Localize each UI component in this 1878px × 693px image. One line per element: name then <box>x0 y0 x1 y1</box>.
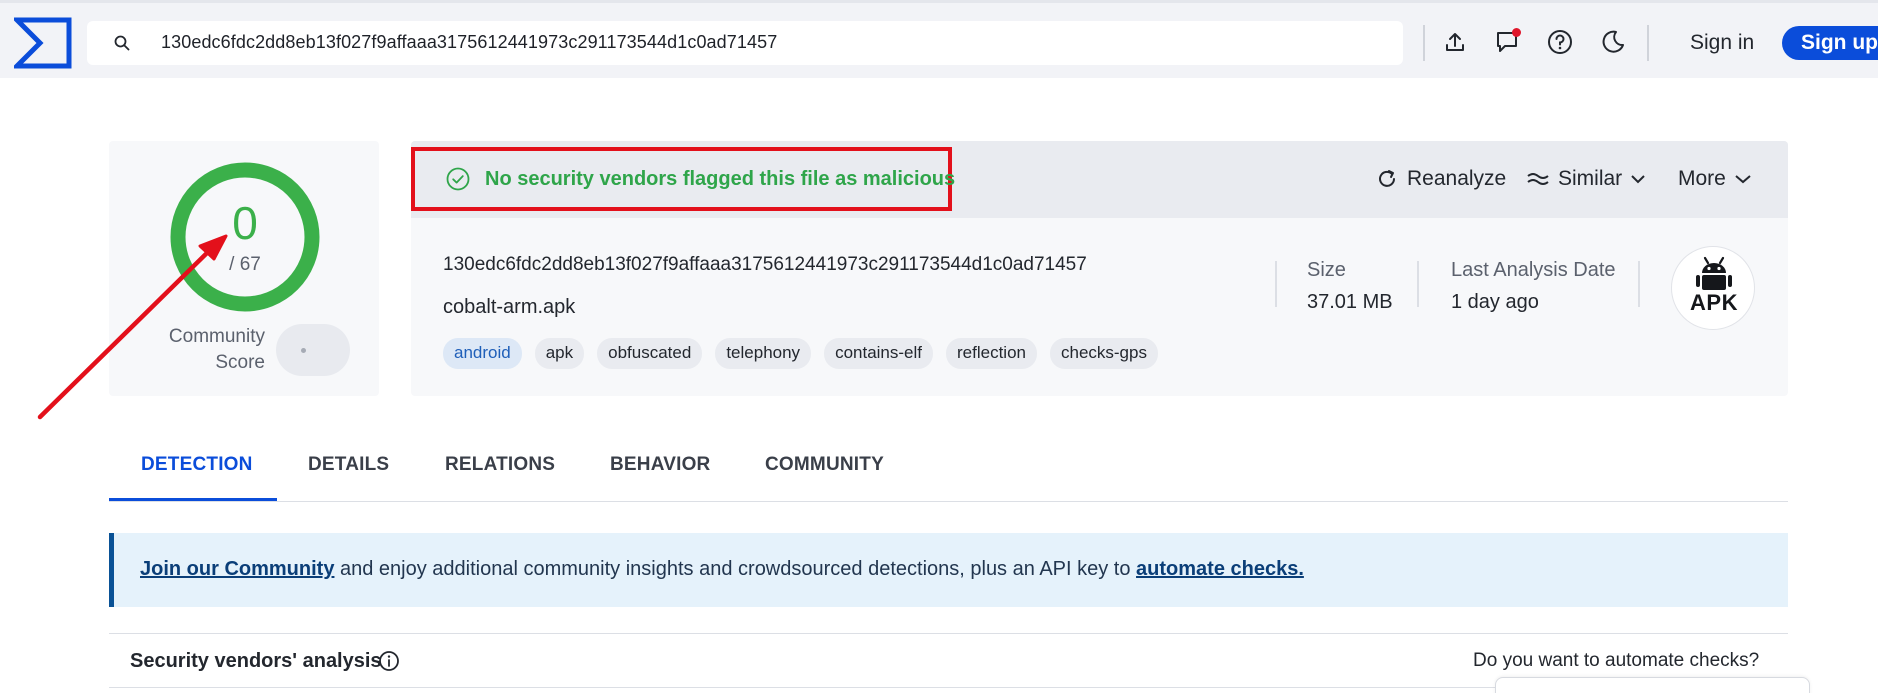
divider <box>1417 261 1419 307</box>
divider <box>1638 261 1640 307</box>
vendors-analysis-title: Security vendors' analysis <box>130 650 382 672</box>
info-icon[interactable] <box>378 650 400 672</box>
banner-middle-text: and enjoy additional community insights … <box>334 558 1137 580</box>
chevron-down-icon <box>1735 175 1751 184</box>
virustotal-logo-icon[interactable] <box>14 17 72 69</box>
search-bar[interactable]: 130edc6fdc2dd8eb13f027f9affaaa3175612441… <box>87 21 1403 65</box>
tag-checks-gps[interactable]: checks-gps <box>1049 338 1158 369</box>
file-summary-card: No security vendors flagged this file as… <box>411 141 1788 396</box>
upload-icon[interactable] <box>1440 27 1470 57</box>
notifications-chat-icon[interactable] <box>1493 27 1523 57</box>
reanalyze-icon <box>1379 170 1395 187</box>
chevron-down-icon <box>1631 175 1645 184</box>
community-banner: Join our Community and enjoy additional … <box>109 533 1788 607</box>
community-label-line: Community <box>168 326 265 347</box>
active-tab-indicator <box>109 498 277 501</box>
divider <box>109 633 1788 634</box>
check-circle-icon <box>446 167 470 191</box>
dark-mode-moon-icon[interactable] <box>1598 27 1628 57</box>
help-icon[interactable] <box>1545 27 1575 57</box>
summary-header: No security vendors flagged this file as… <box>411 141 1788 218</box>
file-name: cobalt-arm.apk <box>443 296 576 318</box>
automate-checks-question: Do you want to automate checks? <box>1473 650 1760 671</box>
automate-checks-link[interactable]: automate checks. <box>1136 558 1304 580</box>
divider <box>1647 25 1649 61</box>
last-analysis-label: Last Analysis Date <box>1451 259 1616 281</box>
divider <box>1423 25 1425 61</box>
top-bar: 130edc6fdc2dd8eb13f027f9affaaa3175612441… <box>0 0 1878 78</box>
automate-popup[interactable] <box>1495 677 1810 693</box>
detection-count: 0 <box>232 197 258 249</box>
tab-details[interactable]: DETAILS <box>308 454 389 476</box>
android-robot-icon <box>1696 256 1732 290</box>
join-community-link[interactable]: Join our Community <box>140 558 334 580</box>
search-input[interactable]: 130edc6fdc2dd8eb13f027f9affaaa3175612441… <box>161 32 777 53</box>
similar-label: Similar <box>1558 167 1623 190</box>
similar-dropdown[interactable]: Similar <box>1527 167 1645 191</box>
similar-icon <box>1527 173 1549 185</box>
tag-obfuscated[interactable]: obfuscated <box>597 338 703 369</box>
community-score-vote[interactable] <box>276 324 350 376</box>
verdict-highlight-box: No security vendors flagged this file as… <box>411 147 956 211</box>
divider <box>1275 261 1277 307</box>
file-type-badge: APK <box>1671 246 1755 330</box>
tag-contains-elf[interactable]: contains-elf <box>824 338 933 369</box>
last-analysis-value: 1 day ago <box>1451 291 1539 313</box>
score-label-line: Score <box>215 352 265 373</box>
file-type-label: APK <box>1690 290 1738 315</box>
size-label: Size <box>1307 259 1346 281</box>
sign-up-button[interactable]: Sign up <box>1782 26 1878 60</box>
detection-score-card: 0 / 67 Community Score <box>109 141 379 396</box>
tag-list: android apk obfuscated telephony contain… <box>443 338 1158 369</box>
size-value: 37.01 MB <box>1307 291 1393 313</box>
vote-dot <box>301 348 306 353</box>
reanalyze-button[interactable]: Reanalyze <box>1376 167 1506 191</box>
reanalyze-label: Reanalyze <box>1407 167 1507 190</box>
search-icon <box>114 35 130 51</box>
tag-reflection[interactable]: reflection <box>946 338 1037 369</box>
tab-community[interactable]: COMMUNITY <box>765 454 884 476</box>
engine-total: / 67 <box>229 254 261 275</box>
tab-behavior[interactable]: BEHAVIOR <box>610 454 710 476</box>
community-score-label: Community Score <box>145 324 265 376</box>
report-tabs: DETECTION DETAILS RELATIONS BEHAVIOR COM… <box>109 440 1788 502</box>
sign-in-link[interactable]: Sign in <box>1690 31 1754 55</box>
more-label: More <box>1678 167 1726 190</box>
tag-android[interactable]: android <box>443 338 522 369</box>
banner-text: Join our Community and enjoy additional … <box>140 558 1304 581</box>
notification-dot <box>1512 28 1521 37</box>
verdict-text: No security vendors flagged this file as… <box>485 168 956 190</box>
tab-relations[interactable]: RELATIONS <box>445 454 555 476</box>
file-hash: 130edc6fdc2dd8eb13f027f9affaaa3175612441… <box>443 254 1087 275</box>
more-dropdown[interactable]: More <box>1678 167 1751 191</box>
tab-detection[interactable]: DETECTION <box>141 454 253 476</box>
tag-apk[interactable]: apk <box>534 338 585 369</box>
tag-telephony[interactable]: telephony <box>715 338 812 369</box>
